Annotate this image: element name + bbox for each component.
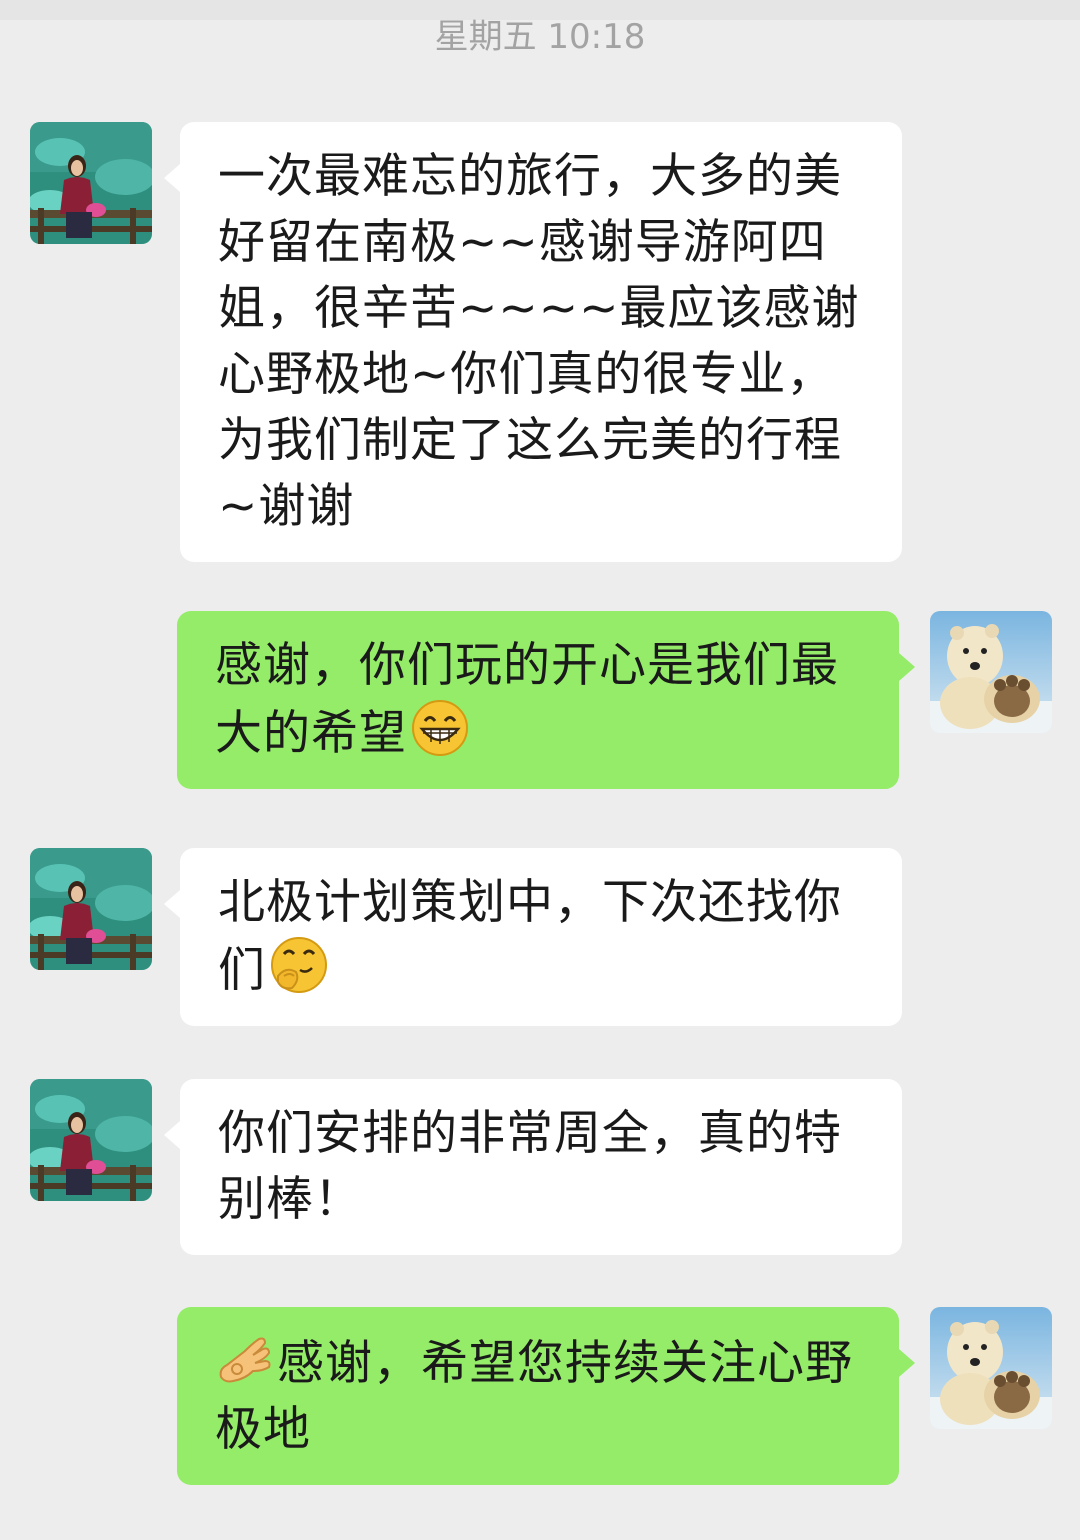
message-text: 你们安排的非常周全，真的特别棒！ xyxy=(218,1106,842,1227)
grinning-face-icon xyxy=(411,699,469,757)
message-bubble-outgoing[interactable]: 感谢，希望您持续关注心野极地 xyxy=(177,1307,915,1485)
message-text: 一次最难忘的旅行，大多的美好留在南极~~感谢导游阿四姐，很辛苦~~~~最应该感谢… xyxy=(218,149,860,534)
agency-avatar[interactable] xyxy=(930,611,1052,733)
message-bubble-incoming[interactable]: 北极计划策划中，下次还找你们 xyxy=(164,848,902,1026)
chat-timestamp: 星期五 10:18 xyxy=(434,17,646,57)
message-bubble-incoming[interactable]: 你们安排的非常周全，真的特别棒！ xyxy=(164,1079,902,1255)
message-text: 感谢，希望您持续关注心野极地 xyxy=(215,1336,853,1457)
customer-avatar[interactable] xyxy=(30,1079,152,1201)
message-bubble-outgoing[interactable]: 感谢，你们玩的开心是我们最大的希望 xyxy=(177,611,915,789)
agency-avatar[interactable] xyxy=(930,1307,1052,1429)
customer-avatar[interactable] xyxy=(30,848,152,970)
message-bubble-incoming[interactable]: 一次最难忘的旅行，大多的美好留在南极~~感谢导游阿四姐，很辛苦~~~~最应该感谢… xyxy=(164,122,902,562)
thinking-face-icon xyxy=(270,936,328,994)
message-text: 感谢，你们玩的开心是我们最大的希望 xyxy=(215,638,839,761)
customer-avatar[interactable] xyxy=(30,122,152,244)
ok-hand-icon xyxy=(215,1329,273,1387)
